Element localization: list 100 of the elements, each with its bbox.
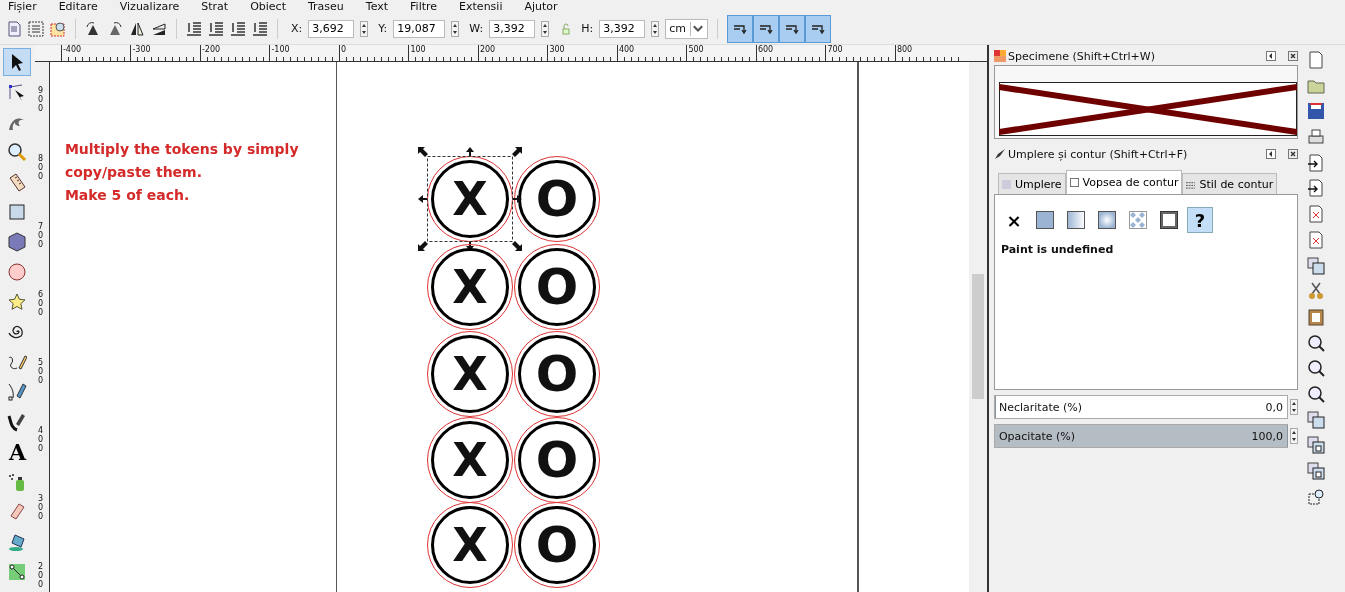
token-letter: O <box>535 174 579 224</box>
number-field[interactable]: 3,392 <box>599 19 646 38</box>
ruler-label: 200 <box>36 562 43 591</box>
arrange-icon[interactable] <box>230 20 246 37</box>
ruler-label: 500 <box>36 358 43 387</box>
rotate-icon[interactable] <box>107 20 123 37</box>
linear-gradient-icon <box>1066 211 1085 229</box>
delete-icon[interactable] <box>1306 205 1325 224</box>
selection-box[interactable] <box>417 147 522 251</box>
token-letter: X <box>452 520 488 570</box>
token-letter: O <box>535 520 579 570</box>
swatch-preview-drawing[interactable] <box>998 82 1297 136</box>
clipboard-icon[interactable] <box>1306 307 1325 326</box>
menu-item[interactable]: Editare <box>58 0 98 13</box>
transform-toggle-button[interactable] <box>752 14 779 43</box>
nib-icon <box>7 412 28 432</box>
collapse-icon[interactable] <box>1265 51 1276 61</box>
field-label: H: <box>581 22 594 35</box>
spinner-arrows-icon[interactable] <box>651 19 660 38</box>
unit-dropdown[interactable]: cm <box>665 18 708 39</box>
document-icon[interactable] <box>1306 51 1325 69</box>
spinner-arrows-icon[interactable] <box>451 19 460 38</box>
ruler-label: 700 <box>36 222 43 251</box>
panel-title: Specimene (Shift+Ctrl+W) <box>1007 49 1156 63</box>
palette-icon <box>993 50 1006 62</box>
field-label: W: <box>469 22 484 35</box>
ruler-label: 400 <box>36 426 43 455</box>
number-field[interactable]: 19,087 <box>393 19 446 38</box>
tool-button[interactable] <box>3 48 32 76</box>
ruler-label: 300 <box>36 494 43 523</box>
menu-item[interactable]: Traseu <box>308 0 344 13</box>
close-icon[interactable] <box>1287 149 1298 159</box>
export-icon[interactable] <box>1306 179 1325 198</box>
zoom-icon[interactable] <box>1306 384 1325 403</box>
paint-type-button[interactable]: ? <box>1186 207 1213 233</box>
delete-icon[interactable] <box>1306 230 1325 249</box>
duplicate-icon[interactable] <box>1306 410 1325 429</box>
rotate-icon[interactable] <box>85 20 101 37</box>
flip-icon[interactable] <box>151 20 167 37</box>
field-label: X: <box>291 22 303 35</box>
pen-icon <box>7 382 28 402</box>
ruler-label: 600 <box>36 290 43 319</box>
menu-item[interactable]: Vizualizare <box>119 0 180 13</box>
slider[interactable]: Opacitate (%) 100,0 <box>993 424 1288 448</box>
tool-button[interactable]: A <box>3 438 32 466</box>
number-field[interactable]: 3,692 <box>308 19 355 38</box>
transform-toggle-button[interactable] <box>804 14 831 43</box>
slider-label: Neclaritate (%) <box>998 400 1082 414</box>
transform-toggle-button[interactable] <box>778 14 805 43</box>
spinner-arrows-icon[interactable] <box>541 19 550 38</box>
printer-icon[interactable] <box>1306 128 1325 147</box>
slider-label: Opacitate (%) <box>998 429 1076 443</box>
close-icon[interactable] <box>1287 51 1298 61</box>
menu-item[interactable]: Strat <box>201 0 229 13</box>
menu-item[interactable]: Ajutor <box>524 0 558 13</box>
arrange-icon[interactable] <box>186 20 202 37</box>
zoom-icon[interactable] <box>1306 359 1325 378</box>
spinner-arrows-icon[interactable] <box>1289 427 1298 445</box>
transform-toggle-button[interactable] <box>726 14 753 43</box>
flip-icon[interactable] <box>129 20 145 37</box>
brush-icon <box>993 148 1006 160</box>
connector-icon <box>7 562 28 582</box>
field-label: Y: <box>378 22 388 35</box>
arrange-icon[interactable] <box>208 20 224 37</box>
panel-tab[interactable]: Stil de contur <box>1182 173 1278 194</box>
menu-item[interactable]: Filtre <box>410 0 438 13</box>
star-icon <box>7 292 28 312</box>
copy-icon[interactable] <box>1306 256 1325 275</box>
number-field[interactable]: 3,392 <box>489 19 536 38</box>
stroke-style-icon <box>1186 179 1196 189</box>
paint-type-button[interactable]: × <box>1000 207 1027 233</box>
radial-gradient-icon <box>1097 211 1116 229</box>
document-icon[interactable] <box>6 20 22 37</box>
dashed-layers-icon[interactable] <box>28 20 44 37</box>
pattern-icon <box>1128 211 1147 229</box>
menu-item[interactable]: Text <box>365 0 389 13</box>
cube-icon <box>7 232 28 252</box>
slider-value: 0,0 <box>1265 400 1283 414</box>
slider-value: 100,0 <box>1251 429 1283 443</box>
menu-item[interactable]: Extensii <box>459 0 503 13</box>
spinner-arrows-icon[interactable] <box>1289 398 1298 416</box>
panel-tab[interactable]: Umplere <box>997 173 1066 194</box>
instruction-text: Multiply the tokens by simply copy/paste them. Make 5 of each. <box>64 140 299 205</box>
paint-status-text: Paint is undefined <box>1000 243 1115 256</box>
menu-item[interactable]: Obiect <box>250 0 286 13</box>
swatch-icon <box>1159 211 1178 229</box>
zoom-icon[interactable] <box>1306 333 1325 352</box>
arrange-icon[interactable] <box>252 20 268 37</box>
panel-tab[interactable]: Vopsea de contur <box>1065 170 1183 194</box>
panel-title: Umplere și contur (Shift+Ctrl+F) <box>1007 147 1189 161</box>
ruler-icon <box>7 172 28 192</box>
menu-item[interactable]: Fișier <box>8 0 37 13</box>
slider[interactable]: Neclaritate (%) 0,0 <box>993 395 1288 419</box>
import-icon[interactable] <box>1306 153 1325 172</box>
magnifier-icon[interactable] <box>50 20 66 37</box>
token-letter: X <box>452 349 488 399</box>
collapse-icon[interactable] <box>1265 149 1276 159</box>
scissors-icon[interactable] <box>1306 282 1325 301</box>
spinner-arrows-icon[interactable] <box>360 19 369 38</box>
ruler-label: 900 <box>36 86 43 115</box>
